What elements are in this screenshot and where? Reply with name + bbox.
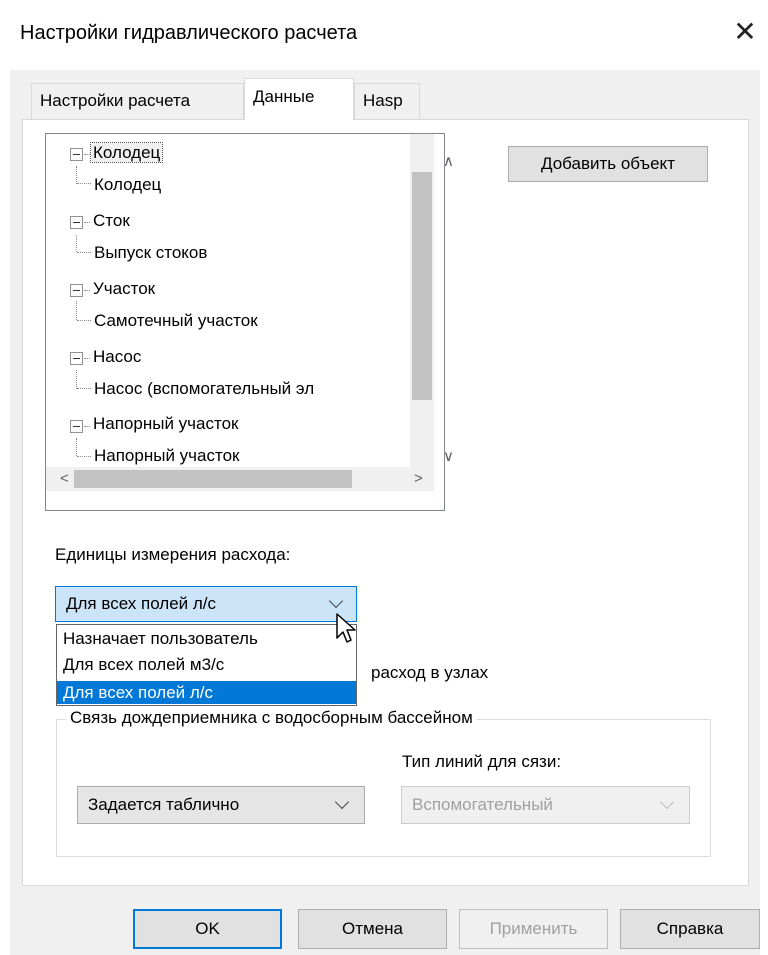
scroll-right-icon[interactable]: >: [414, 470, 423, 487]
line-type-label: Тип линий для сязи:: [402, 752, 562, 771]
tab-hasp[interactable]: Hasp: [354, 83, 420, 119]
scroll-left-icon[interactable]: <: [60, 470, 69, 487]
collapse-icon[interactable]: [70, 148, 83, 161]
mouse-cursor-icon: [336, 613, 356, 643]
tree-node-outflow-release[interactable]: Выпуск стоков: [94, 243, 207, 263]
option-all-ls[interactable]: Для всех полей л/с: [57, 681, 356, 704]
window-title: Настройки гидравлического расчета: [20, 22, 358, 44]
add-object-button[interactable]: Добавить объект: [508, 146, 708, 182]
tab-data[interactable]: Данные: [244, 78, 354, 120]
help-button[interactable]: Справка: [620, 909, 760, 949]
tree-horizontal-thumb[interactable]: [74, 470, 352, 488]
tree-node-pump-aux[interactable]: Насос (вспомогательный эл: [94, 379, 314, 399]
flow-units-label: Единицы измерения расхода:: [55, 545, 291, 564]
apply-button[interactable]: Применить: [459, 909, 608, 949]
flow-units-dropdown[interactable]: Назначает пользователь Для всех полей м3…: [56, 624, 357, 706]
tree-node-well-child[interactable]: Колодец: [94, 175, 161, 195]
collapse-icon[interactable]: [70, 216, 83, 229]
tree-node-pressure-segment-child[interactable]: Напорный участок: [94, 446, 239, 466]
tree-node-pressure-segment[interactable]: Напорный участок: [93, 414, 238, 434]
tree-node-outflow[interactable]: Сток: [93, 211, 130, 231]
line-type-select[interactable]: Вспомогательный: [401, 786, 690, 824]
close-icon[interactable]: ✕: [725, 12, 765, 52]
tree-node-gravity-segment[interactable]: Самотечный участок: [94, 311, 258, 331]
collapse-icon[interactable]: [70, 352, 83, 365]
scroll-up-icon[interactable]: ∧: [443, 152, 454, 170]
cancel-button[interactable]: Отмена: [298, 909, 447, 949]
tree-node-pump[interactable]: Насос: [93, 347, 141, 367]
option-user-assigns[interactable]: Назначает пользователь: [57, 627, 356, 650]
option-all-m3s[interactable]: Для всех полей м3/с: [57, 653, 356, 676]
scroll-down-icon[interactable]: ∨: [443, 447, 454, 465]
tree-vertical-thumb[interactable]: [412, 172, 432, 400]
tab-calc-settings[interactable]: Настройки расчета: [31, 83, 244, 119]
collapse-icon[interactable]: [70, 420, 83, 433]
tree-node-well[interactable]: Колодец: [89, 142, 164, 163]
mode-select[interactable]: Задается таблично: [77, 786, 365, 824]
rain-inlet-group-legend: Связь дождеприемника с водосборным бассе…: [66, 708, 477, 728]
node-flow-partial-label: расход в узлах: [371, 663, 489, 682]
tree-node-segment[interactable]: Участок: [93, 279, 155, 299]
ok-button[interactable]: OK: [133, 909, 282, 949]
flow-units-select[interactable]: Для всех полей л/с: [55, 586, 357, 622]
collapse-icon[interactable]: [70, 284, 83, 297]
object-tree[interactable]: Колодец Колодец Сток Выпуск стоков Участ…: [45, 133, 445, 511]
